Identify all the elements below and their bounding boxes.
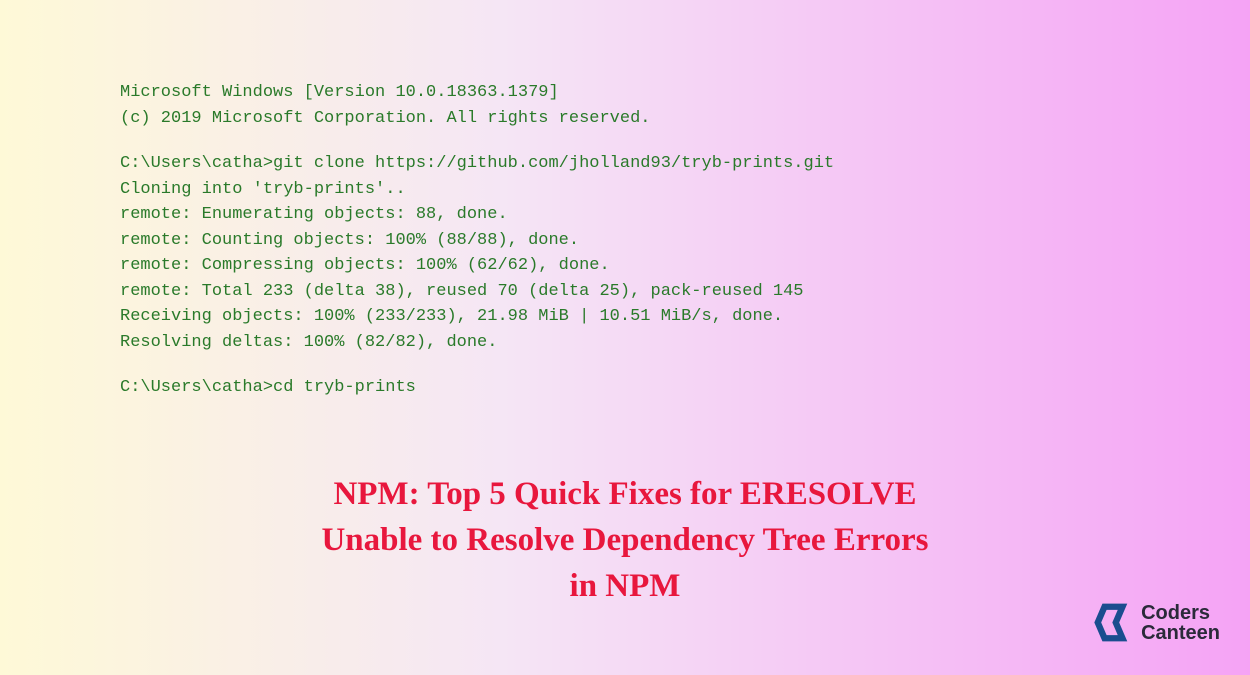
- logo-text-line-1: Coders: [1141, 603, 1220, 623]
- cd-command-block: C:\Users\catha>cd tryb-prints: [120, 375, 1150, 401]
- cloning-line: Cloning into 'tryb-prints'..: [120, 177, 1150, 203]
- enumerating-line: remote: Enumerating objects: 88, done.: [120, 202, 1150, 228]
- windows-version-line: Microsoft Windows [Version 10.0.18363.13…: [120, 80, 1150, 106]
- compressing-line: remote: Compressing objects: 100% (62/62…: [120, 253, 1150, 279]
- article-title-section: NPM: Top 5 Quick Fixes for ERESOLVE Unab…: [0, 451, 1250, 630]
- logo-chevron-icon: [1091, 600, 1136, 645]
- logo-text-line-2: Canteen: [1141, 623, 1220, 643]
- terminal-output: Microsoft Windows [Version 10.0.18363.13…: [0, 0, 1250, 441]
- logo-text: Coders Canteen: [1141, 603, 1220, 643]
- receiving-line: Receiving objects: 100% (233/233), 21.98…: [120, 304, 1150, 330]
- title-line-2: Unable to Resolve Dependency Tree Errors: [321, 522, 928, 558]
- title-line-1: NPM: Top 5 Quick Fixes for ERESOLVE: [333, 476, 916, 512]
- cd-command: C:\Users\catha>cd tryb-prints: [120, 375, 1150, 401]
- terminal-header-block: Microsoft Windows [Version 10.0.18363.13…: [120, 80, 1150, 131]
- git-clone-block: C:\Users\catha>git clone https://github.…: [120, 151, 1150, 355]
- article-title: NPM: Top 5 Quick Fixes for ERESOLVE Unab…: [100, 471, 1150, 610]
- git-clone-command: C:\Users\catha>git clone https://github.…: [120, 151, 1150, 177]
- counting-line: remote: Counting objects: 100% (88/88), …: [120, 228, 1150, 254]
- total-line: remote: Total 233 (delta 38), reused 70 …: [120, 279, 1150, 305]
- coders-canteen-logo: Coders Canteen: [1091, 600, 1220, 645]
- copyright-line: (c) 2019 Microsoft Corporation. All righ…: [120, 106, 1150, 132]
- title-line-3: in NPM: [570, 568, 681, 604]
- resolving-line: Resolving deltas: 100% (82/82), done.: [120, 330, 1150, 356]
